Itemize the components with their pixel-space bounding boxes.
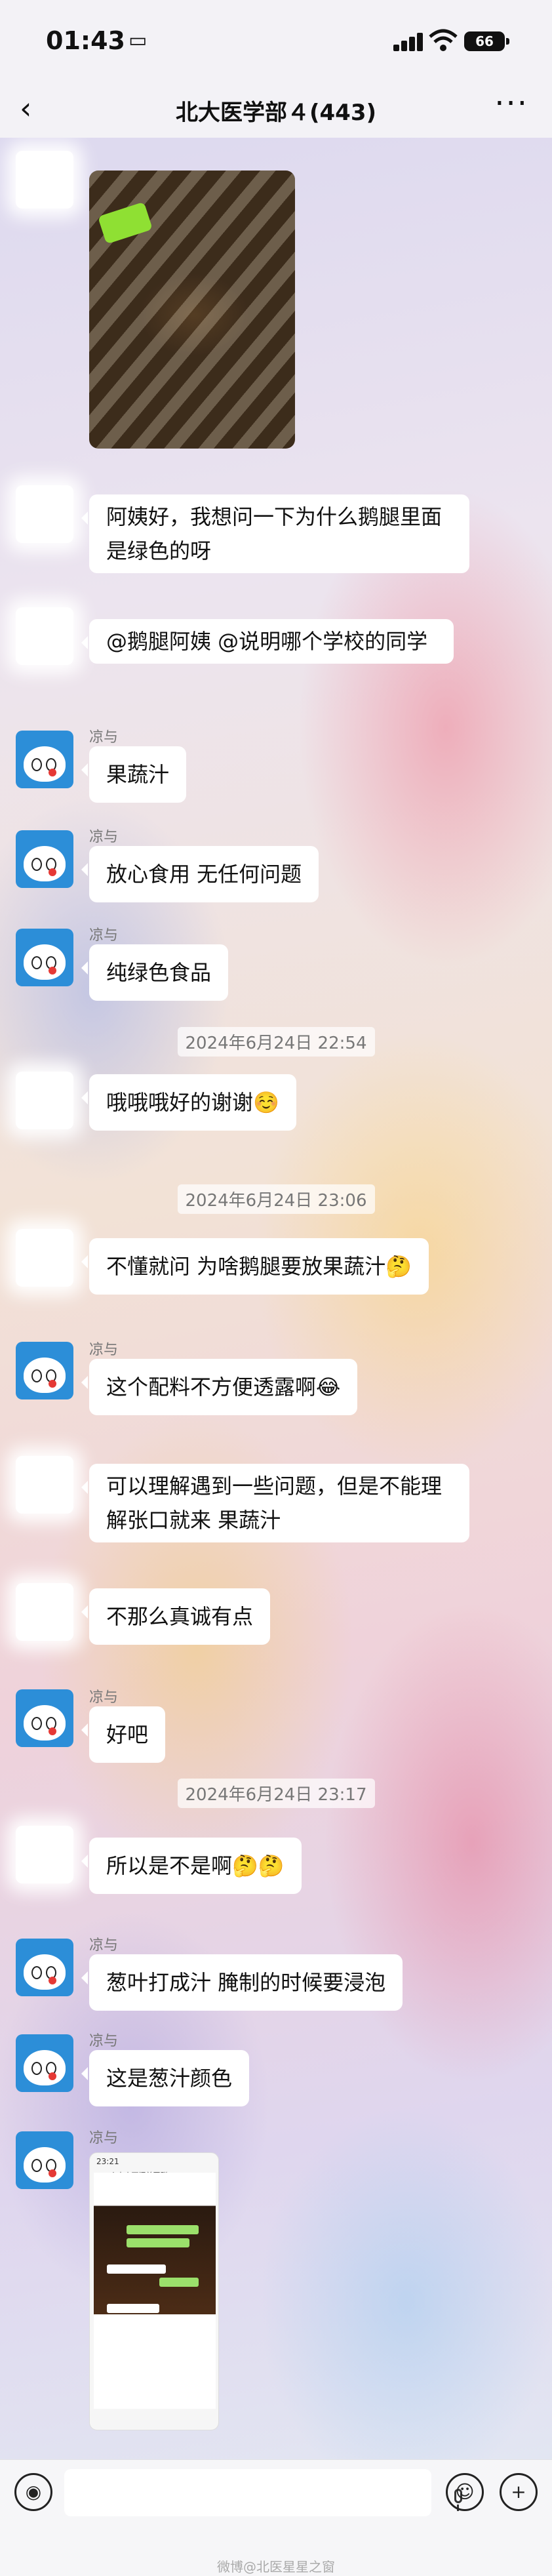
avatar[interactable]: [16, 1072, 73, 1129]
battery-icon: 66: [464, 31, 509, 51]
chat-title: 北大医学部４(443): [175, 100, 377, 126]
avatar[interactable]: [16, 1583, 73, 1641]
message-bubble[interactable]: 阿姨好，我想问一下为什么鹅腿里面是绿色的呀: [81, 494, 469, 573]
avatar[interactable]: [16, 731, 73, 788]
message-bubble[interactable]: 不懂就问 为啥鹅腿要放果蔬汁🤔: [81, 1238, 429, 1295]
message-bubble[interactable]: 可以理解遇到一些问题，但是不能理解张口就来 果蔬汁: [81, 1464, 469, 1542]
sender-name: 凉与: [89, 927, 119, 944]
avatar[interactable]: [16, 1826, 73, 1883]
status-time: 01:43: [46, 26, 125, 55]
timestamp: 2024年6月24日 22:54: [0, 1027, 552, 1057]
screenshot-image-message[interactable]: 23:21 人大小西门美团群(18,009): [89, 2152, 219, 2430]
avatar[interactable]: [16, 2131, 73, 2189]
avatar[interactable]: [16, 1342, 73, 1399]
message-bubble[interactable]: 放心食用 无任何问题: [81, 846, 319, 902]
avatar[interactable]: [16, 485, 73, 543]
sender-name: 凉与: [89, 1937, 119, 1954]
avatar[interactable]: [16, 1456, 73, 1514]
message-bubble[interactable]: @鹅腿阿姨 @说明哪个学校的同学: [81, 619, 454, 664]
timestamp: 2024年6月24日 23:06: [0, 1184, 552, 1214]
sender-name: 凉与: [89, 829, 119, 845]
sender-name: 凉与: [89, 2033, 119, 2049]
wifi-icon: [429, 29, 458, 51]
sender-name: 凉与: [89, 1342, 119, 1358]
voice-button[interactable]: ◉: [14, 2473, 52, 2511]
avatar[interactable]: [16, 2034, 73, 2092]
message-bubble[interactable]: 不那么真诚有点: [81, 1588, 271, 1645]
timestamp: 2024年6月24日 23:17: [0, 1779, 552, 1808]
status-bar: 01:43 ▭ 66: [0, 0, 552, 79]
more-button[interactable]: ···: [494, 85, 528, 122]
watermark: 微博@北医星星之窗: [217, 2559, 335, 2575]
message-bubble[interactable]: 好吧: [81, 1706, 166, 1763]
image-message[interactable]: [89, 171, 295, 449]
sender-name: 凉与: [89, 2130, 119, 2146]
message-bubble[interactable]: 葱叶打成汁 腌制的时候要浸泡: [81, 1954, 403, 2011]
avatar[interactable]: [16, 1689, 73, 1747]
avatar[interactable]: [16, 1939, 73, 1996]
message-bubble[interactable]: 果蔬汁: [81, 746, 187, 803]
avatar[interactable]: [16, 929, 73, 986]
message-bubble[interactable]: 哦哦哦好的谢谢☺️: [81, 1074, 296, 1131]
plus-button[interactable]: +: [500, 2473, 538, 2511]
avatar[interactable]: [16, 607, 73, 665]
sender-name: 凉与: [89, 729, 119, 746]
chat-area: 阿姨好，我想问一下为什么鹅腿里面是绿色的呀 @鹅腿阿姨 @说明哪个学校的同学 凉…: [0, 138, 552, 2459]
signal-icon: [393, 31, 425, 51]
sleep-icon: ▭: [128, 29, 148, 52]
avatar[interactable]: [16, 1229, 73, 1287]
message-bubble[interactable]: 纯绿色食品: [81, 944, 229, 1001]
avatar[interactable]: [16, 151, 73, 209]
message-bubble[interactable]: 所以是不是啊🤔🤔: [81, 1838, 302, 1894]
message-input[interactable]: [64, 2469, 462, 2516]
message-bubble[interactable]: 这是葱汁颜色: [81, 2050, 250, 2106]
avatar[interactable]: [16, 830, 73, 888]
emoji-button[interactable]: ☺: [446, 2473, 484, 2511]
sender-name: 凉与: [89, 1689, 119, 1706]
message-bubble[interactable]: 这个配料不方便透露啊😂: [81, 1359, 358, 1415]
chat-header: ‹ 北大医学部４(443) ···: [0, 79, 552, 138]
